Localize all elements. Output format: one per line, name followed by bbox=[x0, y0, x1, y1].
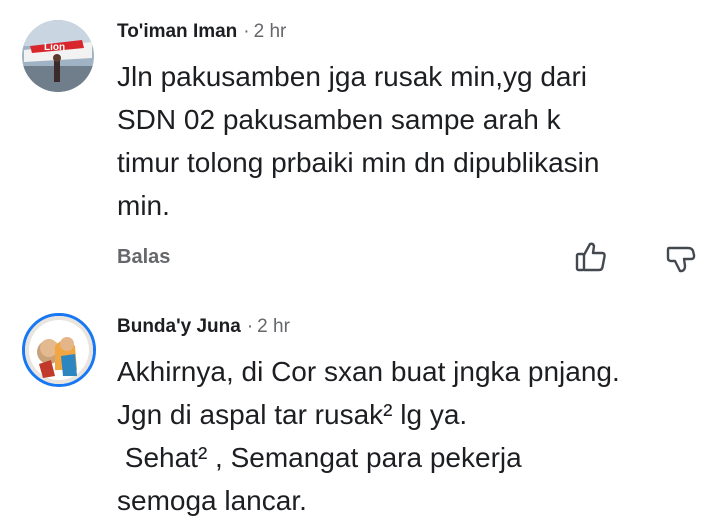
comment-item: Lion To'iman Iman · 2 hr Jln pakusamben jg… bbox=[0, 0, 720, 290]
avatar[interactable]: Lion bbox=[22, 20, 94, 92]
comment-text-line: min. bbox=[117, 190, 170, 221]
thumbs-down-icon[interactable] bbox=[664, 242, 698, 276]
comment-text: Akhirnya, di Cor sxan buat jngka pnjang.… bbox=[117, 350, 707, 522]
author-name[interactable]: Bunda'y Juna bbox=[117, 316, 241, 337]
thumbs-up-icon[interactable] bbox=[574, 240, 608, 274]
comment-text: Jln pakusamben jga rusak min,yg dari SDN… bbox=[117, 55, 707, 227]
avatar-banner-text: Lion bbox=[44, 42, 65, 53]
airplane-avatar-icon: Lion bbox=[22, 20, 94, 92]
comment-text-line: semoga lancar. bbox=[117, 485, 307, 516]
comment-text-line: Jgn di aspal tar rusak² lg ya. bbox=[117, 399, 468, 430]
meta-separator: · bbox=[246, 316, 254, 337]
timestamp[interactable]: 2 hr bbox=[257, 316, 290, 337]
reply-button[interactable]: Balas bbox=[117, 245, 170, 269]
person-avatar-icon bbox=[25, 316, 93, 384]
comment-meta: To'iman Iman · 2 hr bbox=[117, 20, 286, 44]
avatar[interactable] bbox=[22, 313, 96, 387]
comment-text-line: Sehat² , Semangat para pekerja bbox=[117, 442, 522, 473]
comment-meta: Bunda'y Juna · 2 hr bbox=[117, 315, 290, 339]
comment-text-line: SDN 02 pakusamben sampe arah k bbox=[117, 104, 561, 135]
meta-separator: · bbox=[243, 21, 250, 42]
comment-text-line: timur tolong prbaiki min dn dipublikasin bbox=[117, 147, 600, 178]
author-name[interactable]: To'iman Iman bbox=[117, 21, 237, 42]
comment-text-line: Akhirnya, di Cor sxan buat jngka pnjang. bbox=[117, 356, 620, 387]
comment-text-line: Jln pakusamben jga rusak min,yg dari bbox=[117, 61, 588, 92]
timestamp[interactable]: 2 hr bbox=[254, 21, 287, 42]
comment-item: Bunda'y Juna · 2 hr Akhirnya, di Cor sxan … bbox=[0, 290, 720, 524]
